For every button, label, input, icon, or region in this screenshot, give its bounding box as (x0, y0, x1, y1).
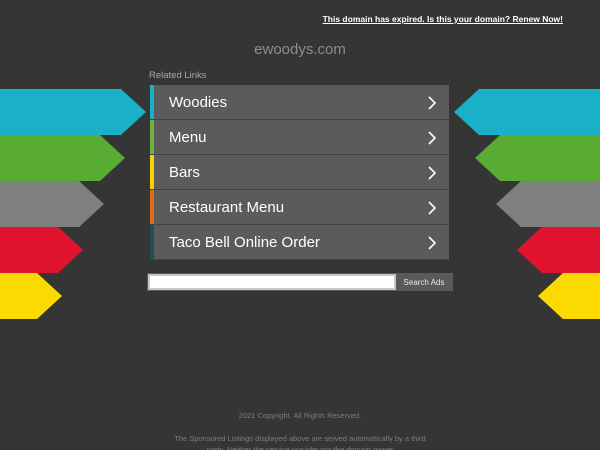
chevron-right-icon (428, 96, 437, 110)
link-color-bar (150, 225, 154, 259)
left-arrow-green (0, 135, 125, 181)
related-links-heading: Related Links (149, 70, 207, 81)
right-arrow-green (475, 135, 600, 181)
related-link-taco-bell-online-order[interactable]: Taco Bell Online Order (150, 225, 449, 260)
related-link-label: Bars (169, 163, 200, 181)
link-color-bar (150, 190, 154, 224)
link-color-bar (150, 155, 154, 189)
right-arrow-cyan (454, 89, 600, 135)
chevron-right-icon (428, 236, 437, 250)
related-link-label: Restaurant Menu (169, 198, 285, 216)
related-link-label: Taco Bell Online Order (169, 233, 320, 251)
left-arrow-cyan (0, 89, 146, 135)
related-link-menu[interactable]: Menu (150, 120, 449, 155)
left-arrow-yellow (0, 273, 62, 319)
search-bar: Search Ads (147, 273, 453, 291)
copyright-text: 2021 Copyright. All Rights Reserved. (238, 411, 362, 420)
search-input[interactable] (148, 274, 396, 290)
left-arrow-gray (0, 181, 104, 227)
related-link-woodies[interactable]: Woodies (150, 85, 449, 120)
related-link-restaurant-menu[interactable]: Restaurant Menu (150, 190, 449, 225)
chevron-right-icon (428, 201, 437, 215)
chevron-right-icon (428, 131, 437, 145)
related-links-list: Woodies Menu Bars Restaurant Menu Taco B… (150, 85, 449, 260)
right-arrow-gray (496, 181, 600, 227)
chevron-right-icon (428, 166, 437, 180)
right-arrow-yellow (538, 273, 600, 319)
disclaimer-text: The Sponsored Listings displayed above a… (174, 434, 426, 450)
related-link-label: Menu (169, 128, 207, 146)
link-color-bar (150, 85, 154, 119)
left-arrow-red (0, 227, 83, 273)
right-arrow-red (517, 227, 600, 273)
related-link-bars[interactable]: Bars (150, 155, 449, 190)
search-ads-button[interactable]: Search Ads (396, 274, 452, 290)
link-color-bar (150, 120, 154, 154)
related-link-label: Woodies (169, 93, 228, 111)
